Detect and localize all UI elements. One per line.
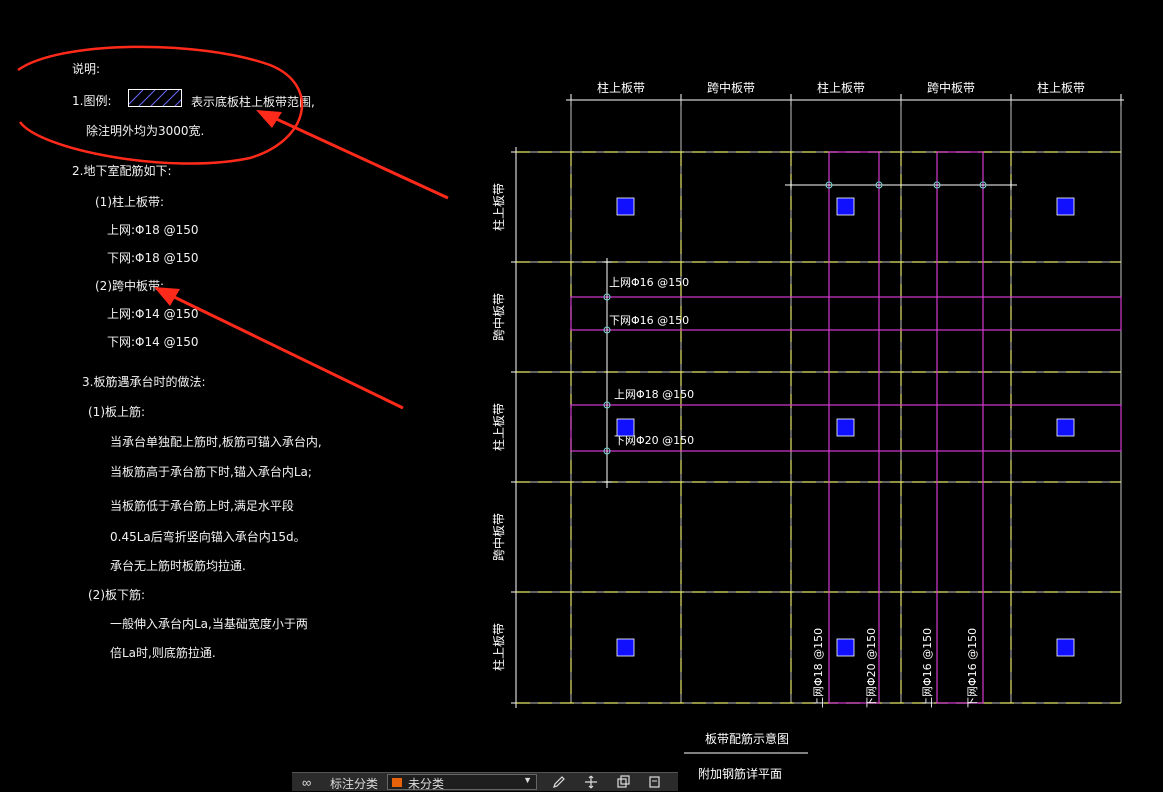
caption-title: 板带配筋示意图 [705,731,789,746]
vertical-rebar-label: 上网Φ16 @150 [921,628,934,708]
column [1056,638,1075,657]
side-strip-label: 跨中板带 [491,293,506,341]
annotation-ellipse [17,45,304,165]
top-dimension-line [566,94,1124,106]
annotation-toolbar[interactable]: ∞ 标注分类 未分类 ▼ [292,772,678,791]
vertical-rebar-label: 下网Φ20 @150 [865,628,878,708]
left-dimension-line [511,147,522,708]
annotation-arrow-1 [256,110,449,200]
top-strip-label: 柱上板带 [817,80,865,95]
side-strip-label: 柱上板带 [491,403,506,451]
caption-subtitle: 附加钢筋详平面 [698,766,782,781]
column [836,197,855,216]
column [616,418,635,437]
category-color-swatch [392,778,402,787]
side-strip-label: 柱上板带 [491,623,506,671]
vertical-rebar-label: 下网Φ16 @150 [966,628,979,708]
copy-icon[interactable] [616,775,630,792]
side-strip-label: 柱上板带 [491,183,506,231]
column [1056,197,1075,216]
column [616,638,635,657]
category-dropdown[interactable]: 未分类 ▼ [387,774,537,791]
link-icon[interactable]: ∞ [302,775,311,790]
column-markers [616,197,1075,657]
top-strip-label: 跨中板带 [927,80,975,95]
horizontal-rebar-label: 上网Φ16 @150 [609,276,689,289]
column [836,418,855,437]
category-dropdown-value: 未分类 [408,777,445,791]
column [616,197,635,216]
column [836,638,855,657]
side-strip-label: 跨中板带 [491,513,506,561]
slab-plan-drawing[interactable]: 柱上板带 跨中板带 柱上板带 跨中板带 柱上板带 柱上板带 跨中板带 柱上板带 … [0,0,1163,791]
edit-icon[interactable] [552,775,566,792]
category-label: 标注分类 [330,777,379,791]
annotation-arrow-2 [154,287,404,410]
horizontal-rebar-label: 上网Φ18 @150 [614,388,694,401]
chevron-down-icon: ▼ [523,775,532,785]
move-icon[interactable] [584,775,598,792]
vertical-rebar-label: 上网Φ18 @150 [812,628,825,708]
top-strip-label: 柱上板带 [597,80,645,95]
horizontal-rebar-label: 下网Φ16 @150 [609,314,689,327]
top-strip-label: 跨中板带 [707,80,755,95]
top-strip-label: 柱上板带 [1037,80,1085,95]
column [1056,418,1075,437]
layer-icon[interactable] [648,775,662,792]
